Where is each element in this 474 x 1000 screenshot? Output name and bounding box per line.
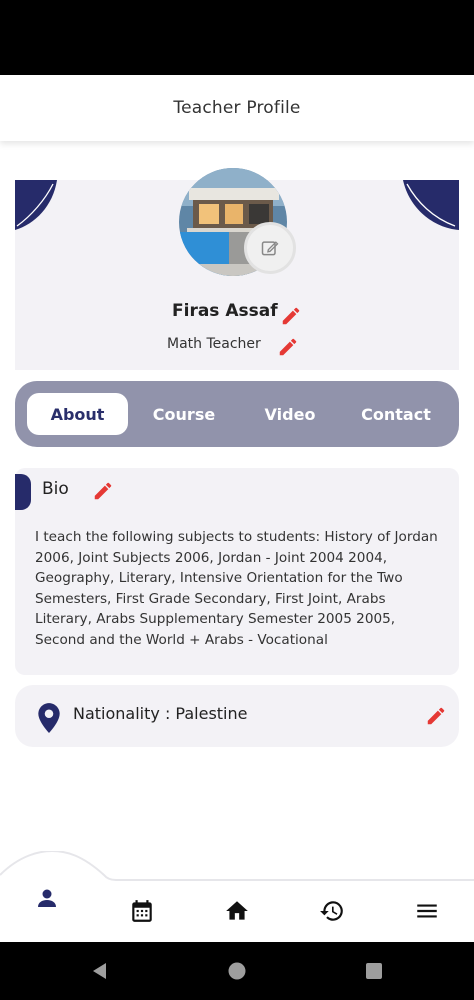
nav-menu[interactable]	[413, 897, 441, 925]
teacher-role: Math Teacher	[167, 336, 261, 352]
decorative-leaf-right	[403, 180, 459, 230]
edit-square-icon	[261, 241, 279, 256]
edit-name-pencil-icon[interactable]	[280, 305, 302, 327]
person-icon	[38, 889, 56, 907]
nav-history[interactable]	[318, 897, 346, 925]
calendar-icon	[132, 900, 152, 922]
tab-course[interactable]: Course	[134, 393, 234, 435]
bio-accent-bar	[15, 474, 31, 510]
bottom-navigation	[0, 851, 474, 942]
bio-title: Bio	[42, 479, 69, 499]
system-navigation-bar	[0, 942, 474, 1000]
edit-bio-pencil-icon[interactable]	[92, 480, 114, 502]
tab-video[interactable]: Video	[240, 393, 340, 435]
app-header: Teacher Profile	[0, 75, 474, 141]
history-icon	[320, 901, 343, 921]
edit-role-pencil-icon[interactable]	[277, 336, 299, 358]
bio-text: I teach the following subjects to studen…	[35, 529, 438, 648]
status-bar	[0, 0, 474, 75]
back-icon[interactable]	[90, 961, 110, 981]
nav-calendar[interactable]	[128, 897, 156, 925]
page-title: Teacher Profile	[173, 98, 301, 118]
bio-card: Bio I teach the following subjects to st…	[15, 468, 459, 675]
main-content: Firas Assaf Math Teacher About Course Vi…	[0, 141, 474, 851]
home-circle-icon[interactable]	[227, 961, 247, 981]
nav-home[interactable]	[223, 897, 251, 925]
nationality-card: Nationality : Palestine	[15, 685, 459, 747]
location-pin-icon	[38, 703, 60, 733]
nav-curve	[0, 851, 474, 891]
profile-card: Firas Assaf Math Teacher	[15, 168, 459, 370]
profile-tabs: About Course Video Contact	[15, 381, 459, 447]
edit-nationality-pencil-icon[interactable]	[425, 705, 447, 727]
teacher-name: Firas Assaf	[172, 301, 278, 321]
decorative-leaf-left	[15, 180, 57, 230]
home-icon	[226, 901, 248, 920]
nationality-text: Nationality : Palestine	[73, 704, 248, 723]
menu-icon	[417, 904, 437, 918]
tab-about[interactable]: About	[27, 393, 128, 435]
name-row: Firas Assaf	[15, 301, 459, 329]
recents-icon[interactable]	[364, 961, 384, 981]
nav-profile[interactable]	[33, 884, 61, 912]
tab-contact[interactable]: Contact	[346, 393, 446, 435]
avatar-edit-button[interactable]	[244, 222, 296, 274]
